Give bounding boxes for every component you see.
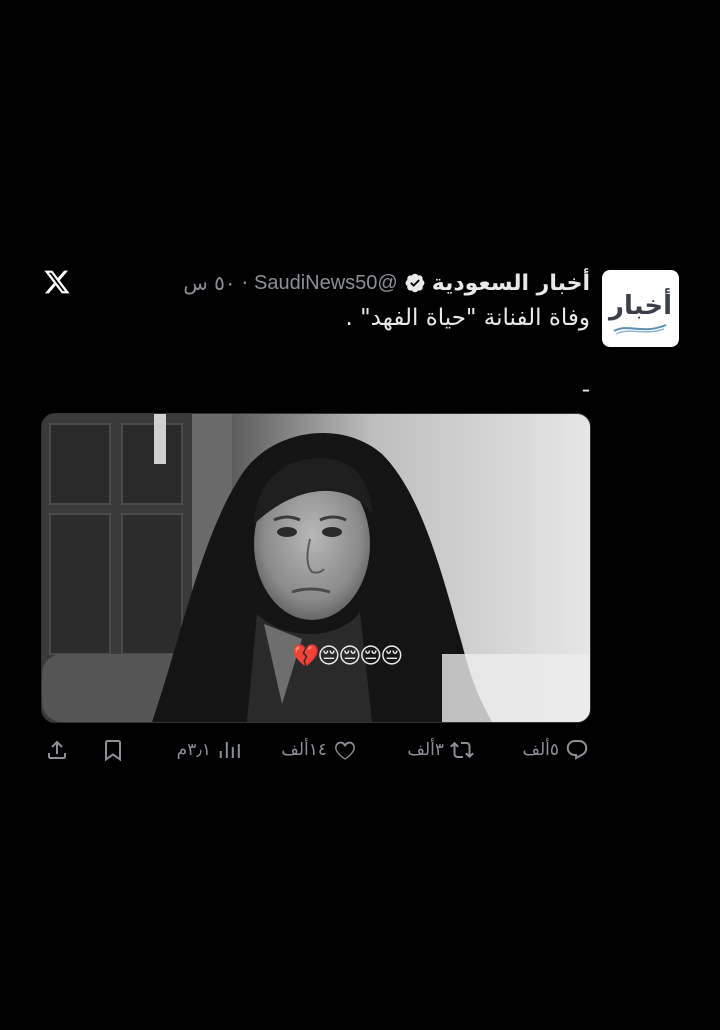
share-icon xyxy=(48,740,66,759)
avatar[interactable]: أخبار xyxy=(602,270,679,347)
tweet-text: وفاة الفنانة "حياة الفهد" . - xyxy=(345,305,590,403)
reply-count: ٥ألف xyxy=(522,740,559,760)
author-handle[interactable]: @SaudiNews50 xyxy=(254,272,398,295)
author-name[interactable]: أخبار السعودية xyxy=(432,271,590,296)
share-button[interactable] xyxy=(45,732,69,768)
wave-icon xyxy=(613,324,667,335)
separator-dot: · xyxy=(241,271,248,295)
tweet-actions: ٥ألف ٣ألف ١٤ألف ٣٫١م xyxy=(41,732,589,768)
retweet-icon xyxy=(450,741,474,759)
reply-icon xyxy=(566,740,588,760)
timestamp[interactable]: ٥٠ س xyxy=(183,271,235,295)
avatar-logo-text: أخبار xyxy=(609,290,672,321)
views-chart-icon xyxy=(219,742,240,758)
retweet-count: ٣ألف xyxy=(407,740,444,760)
like-count: ١٤ألف xyxy=(281,740,327,760)
x-logo-icon[interactable] xyxy=(43,268,71,296)
bookmark-button[interactable] xyxy=(101,732,125,768)
reply-button[interactable]: ٥ألف xyxy=(522,732,589,768)
views-count: ٣٫١م xyxy=(176,740,211,760)
media-emoji-caption: 💔😔😔😔😔 xyxy=(292,644,403,669)
photo-illustration xyxy=(42,414,590,722)
verified-badge-icon xyxy=(405,273,425,293)
bookmark-icon xyxy=(105,740,121,762)
views-button[interactable]: ٣٫١م xyxy=(177,732,241,768)
tweet-screenshot: أخبار أخبار السعودية @SaudiNews50 · ٥٠ س… xyxy=(0,0,720,1030)
tweet-media-image[interactable]: 💔😔😔😔😔 xyxy=(41,413,591,723)
retweet-button[interactable]: ٣ألف xyxy=(407,732,474,768)
heart-icon xyxy=(335,741,355,760)
tweet-header: أخبار السعودية @SaudiNews50 · ٥٠ س xyxy=(183,266,590,300)
like-button[interactable]: ١٤ألف xyxy=(281,732,357,768)
